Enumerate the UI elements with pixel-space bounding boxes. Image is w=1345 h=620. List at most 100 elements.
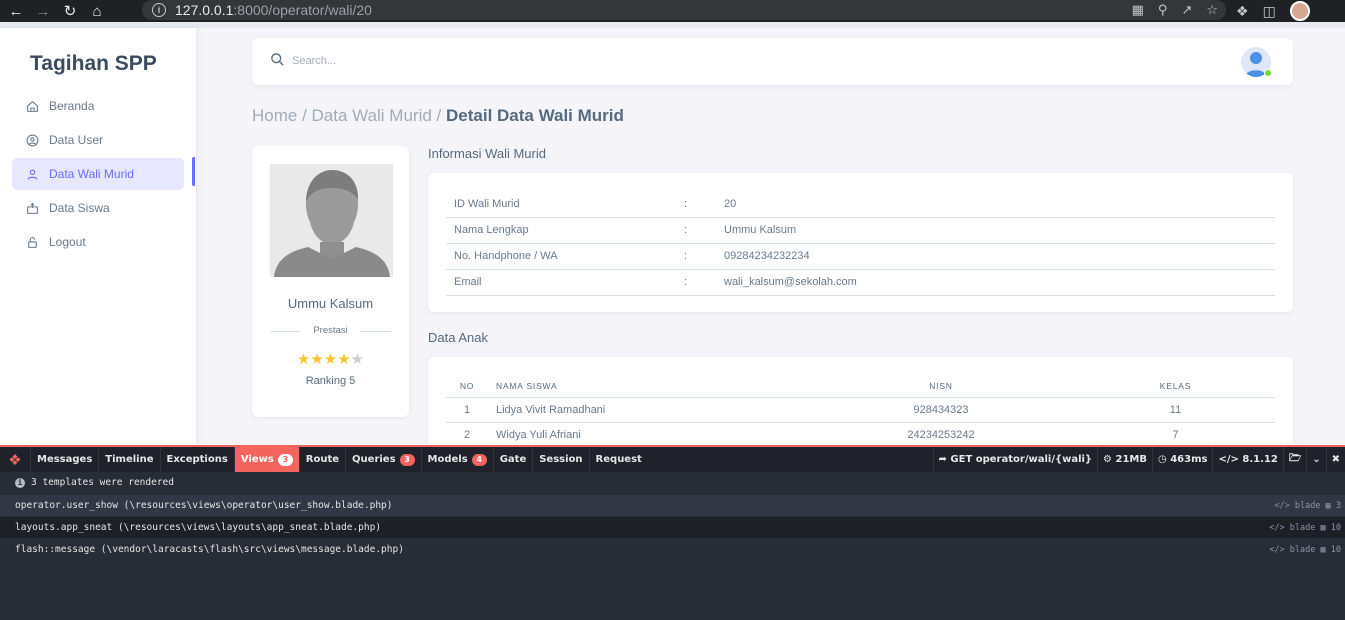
template-name: operator.user_show (\resources\views\ope… xyxy=(15,500,393,511)
info-label: Email xyxy=(446,269,676,296)
tab-label: Timeline xyxy=(105,454,154,465)
table-row: ID Wali Murid : 20 xyxy=(446,191,1275,218)
reload-icon[interactable]: ↻ xyxy=(59,0,81,22)
col-header-nama: NAMA SISWA xyxy=(488,375,806,398)
sidebar-item-label: Data Wali Murid xyxy=(49,167,134,181)
sidebar-item-data-siswa[interactable]: Data Siswa xyxy=(12,192,184,224)
sidepanel-icon[interactable]: ◫ xyxy=(1263,3,1276,20)
user-icon xyxy=(25,167,39,181)
col-header-kelas: KELAS xyxy=(1076,375,1275,398)
template-type: blade xyxy=(1289,522,1316,533)
search-icon xyxy=(270,52,285,72)
debugbar-tab-session[interactable]: Session xyxy=(532,447,588,472)
sidebar-item-logout[interactable]: Logout xyxy=(12,226,184,258)
template-row[interactable]: operator.user_show (\resources\views\ope… xyxy=(0,495,1345,516)
site-info-icon[interactable]: i xyxy=(152,3,166,17)
count-badge: 4 xyxy=(471,453,487,466)
php-version-indicator[interactable]: </> 8.1.12 xyxy=(1212,447,1282,472)
debugbar-tab-messages[interactable]: Messages xyxy=(30,447,98,472)
table-header-row: NO NAMA SISWA NISN KELAS xyxy=(446,375,1275,398)
time-indicator[interactable]: ◷ 463ms xyxy=(1152,447,1212,472)
table-row: 2 Widya Yuli Afriani 24234253242 7 xyxy=(446,422,1275,448)
tab-label: Exceptions xyxy=(166,454,228,465)
open-folder-icon[interactable]: 🗁 xyxy=(1282,447,1306,472)
bookmark-star-icon[interactable]: ☆ xyxy=(1206,2,1218,18)
sidebar-item-data-user[interactable]: Data User xyxy=(12,124,184,156)
route-indicator[interactable]: ➦ GET operator/wali/{wali} xyxy=(932,447,1098,472)
info-value: 09284234232234 xyxy=(716,243,1275,270)
sidebar-item-beranda[interactable]: Beranda xyxy=(12,90,184,122)
browser-profile-avatar[interactable] xyxy=(1289,1,1310,21)
info-colon: : xyxy=(676,243,716,270)
anak-section-title: Data Anak xyxy=(428,330,488,345)
tab-label: Route xyxy=(305,454,340,465)
template-row[interactable]: flash::message (\vendor\laracasts\flash\… xyxy=(0,539,1345,560)
address-bar[interactable]: i 127.0.0.1:8000/operator/wali/20 ▦ ⚲ ↗ … xyxy=(142,0,1226,20)
template-params: 10 xyxy=(1330,544,1341,555)
debugbar-tab-models[interactable]: Models 4 xyxy=(420,447,493,472)
star-filled-icon: ★ xyxy=(310,351,324,368)
laravel-logo-icon[interactable]: ❖ xyxy=(0,447,30,472)
template-type: blade xyxy=(1289,544,1316,555)
debugbar-tab-request[interactable]: Request xyxy=(588,447,648,472)
route-text: GET operator/wali/{wali} xyxy=(950,454,1093,465)
memory-indicator[interactable]: ⚙ 21MB xyxy=(1097,447,1152,472)
sidebar-item-data-wali-murid[interactable]: Data Wali Murid xyxy=(12,158,184,190)
sidebar-item-label: Beranda xyxy=(49,99,95,113)
breadcrumb-home[interactable]: Home xyxy=(252,106,297,125)
tab-label: Session xyxy=(539,454,583,465)
star-filled-icon: ★ xyxy=(323,351,338,368)
cell-nisn: 928434323 xyxy=(806,397,1076,423)
time-text: 463ms xyxy=(1170,454,1208,465)
brand-title[interactable]: Tagihan SPP xyxy=(30,52,157,76)
template-name: layouts.app_sneat (\resources\views\layo… xyxy=(15,522,382,533)
table-row: Nama Lengkap : Ummu Kalsum xyxy=(446,217,1275,244)
info-icon: i xyxy=(15,477,25,488)
sidebar-item-label: Data User xyxy=(49,133,104,147)
memory-text: 21MB xyxy=(1115,454,1148,465)
back-icon[interactable]: ← xyxy=(5,0,27,22)
debugbar-tab-route[interactable]: Route xyxy=(298,447,345,472)
debugbar-tab-gate[interactable]: Gate xyxy=(492,447,533,472)
url-host: 127.0.0.1 xyxy=(175,2,234,18)
template-params: 10 xyxy=(1330,522,1341,533)
templates-summary: i 3 templates were rendered xyxy=(15,477,174,488)
star-filled-icon: ★ xyxy=(337,351,351,368)
info-section-title: Informasi Wali Murid xyxy=(428,146,546,161)
template-row[interactable]: layouts.app_sneat (\resources\views\layo… xyxy=(0,517,1345,538)
debugbar: ❖ Messages Timeline Exceptions Views 3 Ro… xyxy=(0,445,1345,620)
chevron-down-icon[interactable]: ⌄ xyxy=(1306,447,1325,472)
breadcrumb-parent[interactable]: Data Wali Murid xyxy=(312,106,432,125)
id-card-icon xyxy=(25,201,39,215)
rating-stars: ★★★★★ xyxy=(252,350,409,368)
clock-icon: ◷ xyxy=(1158,454,1171,465)
template-meta: </> blade ▦ 10 xyxy=(1269,522,1341,533)
breadcrumb: Home / Data Wali Murid / Detail Data Wal… xyxy=(252,106,624,126)
zoom-icon[interactable]: ⚲ xyxy=(1158,2,1168,18)
anak-table: NO NAMA SISWA NISN KELAS 1 Lidya Vivit R… xyxy=(446,375,1275,448)
profile-card: Ummu Kalsum Prestasi ★★★★★ Ranking 5 xyxy=(252,146,409,417)
star-empty-icon: ★ xyxy=(350,351,365,368)
tab-label: Messages xyxy=(37,454,93,465)
info-label: Nama Lengkap xyxy=(446,217,676,244)
debugbar-tab-timeline[interactable]: Timeline xyxy=(98,447,159,472)
tab-label: Queries xyxy=(352,454,396,465)
home-browser-icon[interactable]: ⌂ xyxy=(86,0,108,22)
forward-icon[interactable]: → xyxy=(32,0,54,22)
search-input[interactable] xyxy=(292,50,442,72)
chrome-divider xyxy=(0,22,1345,28)
translate-icon[interactable]: ▦ xyxy=(1132,2,1144,18)
share-arrow-icon: ➦ xyxy=(938,454,951,465)
table-row: No. Handphone / WA : 09284234232234 xyxy=(446,243,1275,270)
top-navbar xyxy=(252,38,1293,85)
profile-photo xyxy=(270,164,393,277)
extensions-icon[interactable]: ❖ xyxy=(1236,3,1249,20)
info-value: 20 xyxy=(716,191,1275,218)
debugbar-tab-exceptions[interactable]: Exceptions xyxy=(159,447,234,472)
close-icon[interactable]: ✖ xyxy=(1325,447,1345,472)
debugbar-tab-queries[interactable]: Queries 3 xyxy=(345,447,421,472)
debugbar-tab-views[interactable]: Views 3 xyxy=(233,447,299,472)
cell-no: 2 xyxy=(446,422,488,448)
cell-kelas: 7 xyxy=(1076,422,1275,448)
share-icon[interactable]: ↗ xyxy=(1181,2,1192,18)
